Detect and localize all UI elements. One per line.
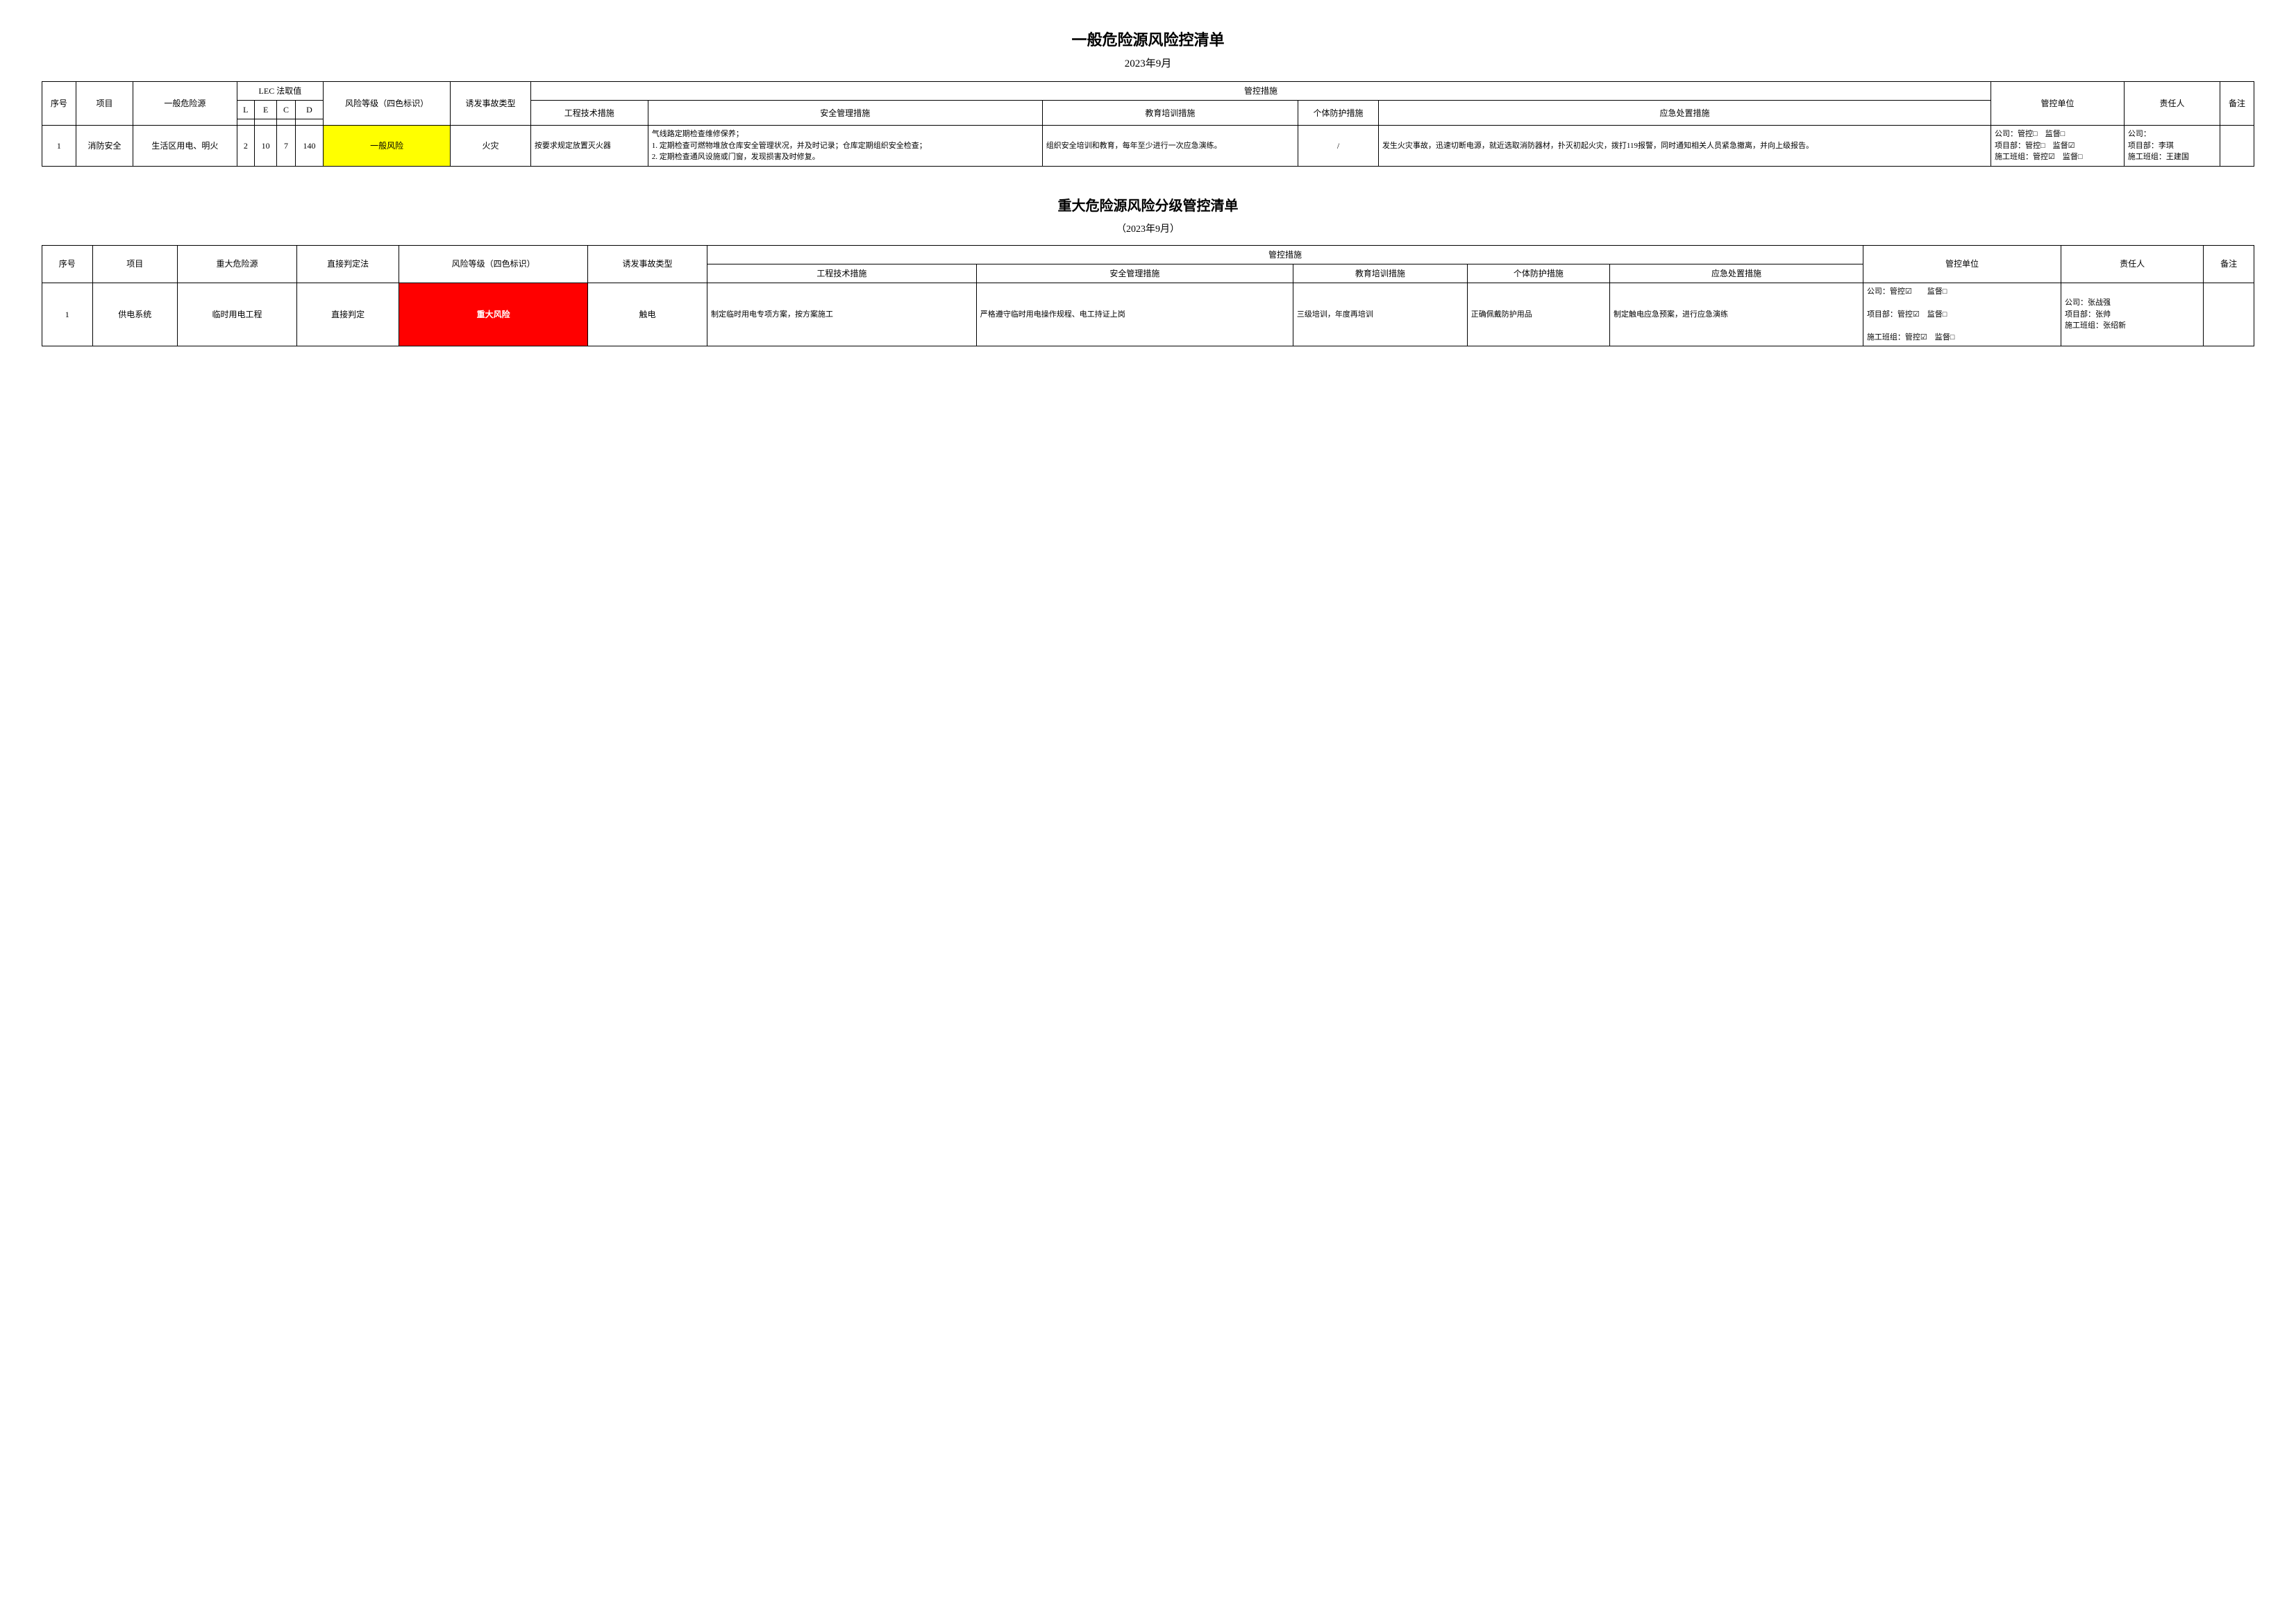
col-emergency: 应急处置措施 [1378, 101, 1991, 126]
table2-title: 重大危险源风险分级管控清单 [42, 194, 2254, 215]
col-lec: LEC 法取值 [237, 82, 324, 101]
row1-c: 7 [277, 126, 296, 167]
t2-row1-hazard: 临时用电工程 [177, 283, 296, 346]
t2-col-project: 项目 [92, 245, 177, 283]
t2-row1-control-unit: 公司：管控☑ 监督□项目部：管控☑ 监督□施工班组：管控☑ 监督□ [1863, 283, 2061, 346]
t2-col-control-measures: 管控措施 [707, 245, 1863, 264]
t2-row1-remarks [2204, 283, 2254, 346]
t2-col-education: 教育培训措施 [1293, 264, 1467, 283]
row1-responsible: 公司：项目部：李琪施工班组：王建国 [2124, 126, 2220, 167]
row1-risk-level: 一般风险 [324, 126, 451, 167]
col-project: 项目 [76, 82, 133, 126]
t2-col-hazard: 重大危险源 [177, 245, 296, 283]
row1-project: 消防安全 [76, 126, 133, 167]
table1-subtitle: 2023年9月 [42, 56, 2254, 70]
row1-safety-mgmt: 气线路定期检查维修保养；1. 定期检查可燃物堆放仓库安全管理状况，并及时记录；仓… [648, 126, 1042, 167]
col-control-measures: 管控措施 [530, 82, 1991, 101]
row1-l: 2 [237, 126, 255, 167]
t2-col-seq: 序号 [42, 245, 93, 283]
t2-col-responsible: 责任人 [2061, 245, 2204, 283]
t2-col-remarks: 备注 [2204, 245, 2254, 283]
table1-title: 一般危险源风险控清单 [42, 28, 2254, 50]
t2-row1-seq: 1 [42, 283, 93, 346]
t2-col-emergency: 应急处置措施 [1610, 264, 1863, 283]
row1-control-unit: 公司：管控□ 监督□项目部：管控□ 监督☑施工班组：管控☑ 监督□ [1991, 126, 2125, 167]
row1-emergency: 发生火灾事故，迅速切断电源，就近选取消防器材，扑灭初起火灾，拨打119报警，同时… [1378, 126, 1991, 167]
t2-col-trigger: 诱发事故类型 [587, 245, 707, 283]
t2-col-safety-mgmt: 安全管理措施 [976, 264, 1293, 283]
col-lec-e: E [255, 101, 277, 119]
col-control-unit: 管控单位 [1991, 82, 2125, 126]
t2-row1-responsible: 公司：张战强项目部：张帅施工班组：张绍新 [2061, 283, 2204, 346]
col-hazard: 一般危险源 [133, 82, 237, 126]
t2-row1-education: 三级培训，年度再培训 [1293, 283, 1467, 346]
row1-engineering: 按要求规定放置灭火器 [530, 126, 648, 167]
row1-trigger: 火灾 [451, 126, 531, 167]
t2-row1-risk-level: 重大风险 [399, 283, 588, 346]
col-e2 [255, 119, 277, 126]
col-l2 [237, 119, 255, 126]
t2-row1-project: 供电系统 [92, 283, 177, 346]
col-safety-mgmt: 安全管理措施 [648, 101, 1042, 126]
t2-col-direct: 直接判定法 [297, 245, 399, 283]
col-c2 [277, 119, 296, 126]
row1-individual: / [1298, 126, 1379, 167]
col-remarks: 备注 [2220, 82, 2254, 126]
t2-row1-trigger: 触电 [587, 283, 707, 346]
col-individual: 个体防护措施 [1298, 101, 1379, 126]
col-lec-d: D [295, 101, 323, 119]
table2-subtitle: （2023年9月） [42, 221, 2254, 235]
col-lec-c: C [277, 101, 296, 119]
col-responsible: 责任人 [2124, 82, 2220, 126]
col-trigger: 诱发事故类型 [451, 82, 531, 126]
t2-col-risk-level: 风险等级（四色标识） [399, 245, 588, 283]
t2-row1-emergency: 制定触电应急预案，进行应急演练 [1610, 283, 1863, 346]
row1-e: 10 [255, 126, 277, 167]
col-lec-l: L [237, 101, 255, 119]
row1-hazard: 生活区用电、明火 [133, 126, 237, 167]
row1-education: 组织安全培训和教育，每年至少进行一次应急演练。 [1042, 126, 1298, 167]
col-engineering: 工程技术措施 [530, 101, 648, 126]
t2-col-individual: 个体防护措施 [1467, 264, 1609, 283]
col-d2 [295, 119, 323, 126]
t2-row1-engineering: 制定临时用电专项方案，按方案施工 [707, 283, 977, 346]
t2-row1-direct: 直接判定 [297, 283, 399, 346]
table1: 序号 项目 一般危险源 LEC 法取值 风险等级（四色标识） 诱发事故类型 管控… [42, 81, 2254, 167]
t2-col-engineering: 工程技术措施 [707, 264, 977, 283]
col-seq: 序号 [42, 82, 76, 126]
col-risk-level: 风险等级（四色标识） [324, 82, 451, 126]
row1-seq: 1 [42, 126, 76, 167]
t2-row1-individual: 正确佩戴防护用品 [1467, 283, 1609, 346]
t2-row1-safety-mgmt: 严格遵守临时用电操作规程、电工持证上岗 [976, 283, 1293, 346]
row1-d: 140 [295, 126, 323, 167]
row1-remarks [2220, 126, 2254, 167]
t2-col-control-unit: 管控单位 [1863, 245, 2061, 283]
col-education: 教育培训措施 [1042, 101, 1298, 126]
table2: 序号 项目 重大危险源 直接判定法 风险等级（四色标识） 诱发事故类型 管控措施… [42, 245, 2254, 347]
